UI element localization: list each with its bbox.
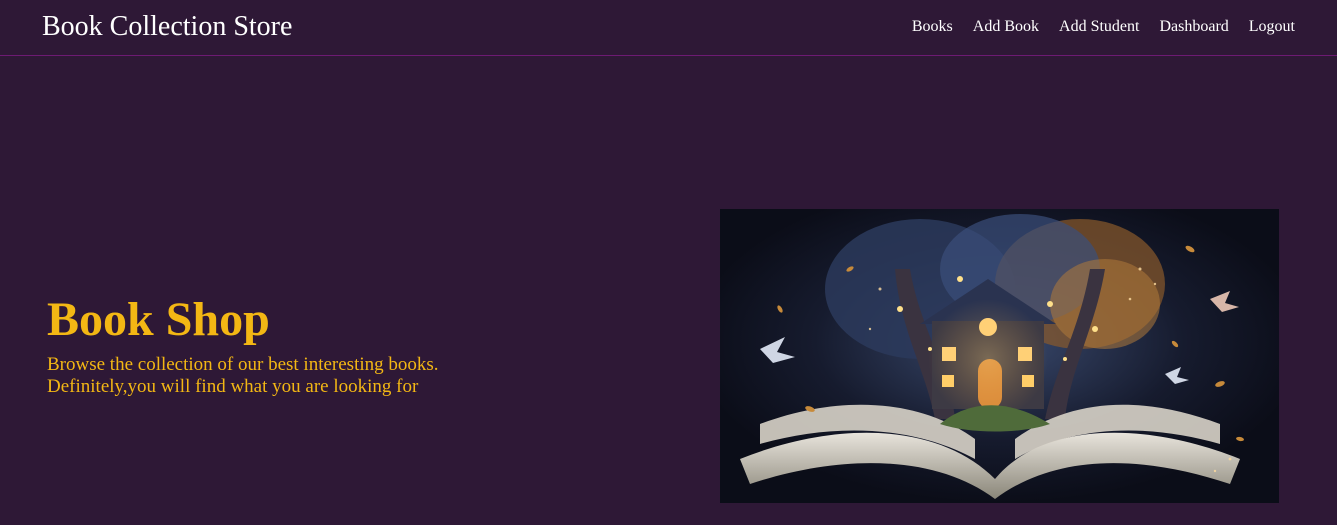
hero-text: Book Shop Browse the collection of our b… xyxy=(47,290,567,398)
hero-subtitle-line2: Definitely,you will find what you are lo… xyxy=(47,376,419,397)
navbar: Book Collection Store Books Add Book Add… xyxy=(0,0,1337,56)
nav-link-add-book[interactable]: Add Book xyxy=(973,16,1039,38)
brand-link[interactable]: Book Collection Store xyxy=(42,9,292,45)
hero-title: Book Shop xyxy=(47,293,270,346)
hero-subtitle: Browse the collection of our best intere… xyxy=(47,354,567,398)
nav-link-logout[interactable]: Logout xyxy=(1249,16,1295,38)
hero-subtitle-line1: Browse the collection of our best intere… xyxy=(47,354,439,375)
nav-links: Books Add Book Add Student Dashboard Log… xyxy=(912,16,1295,38)
nav-link-dashboard[interactable]: Dashboard xyxy=(1159,16,1228,38)
nav-link-add-student[interactable]: Add Student xyxy=(1059,16,1139,38)
magic-book-illustration xyxy=(720,209,1279,503)
hero-image xyxy=(720,209,1279,503)
nav-link-books[interactable]: Books xyxy=(912,16,953,38)
